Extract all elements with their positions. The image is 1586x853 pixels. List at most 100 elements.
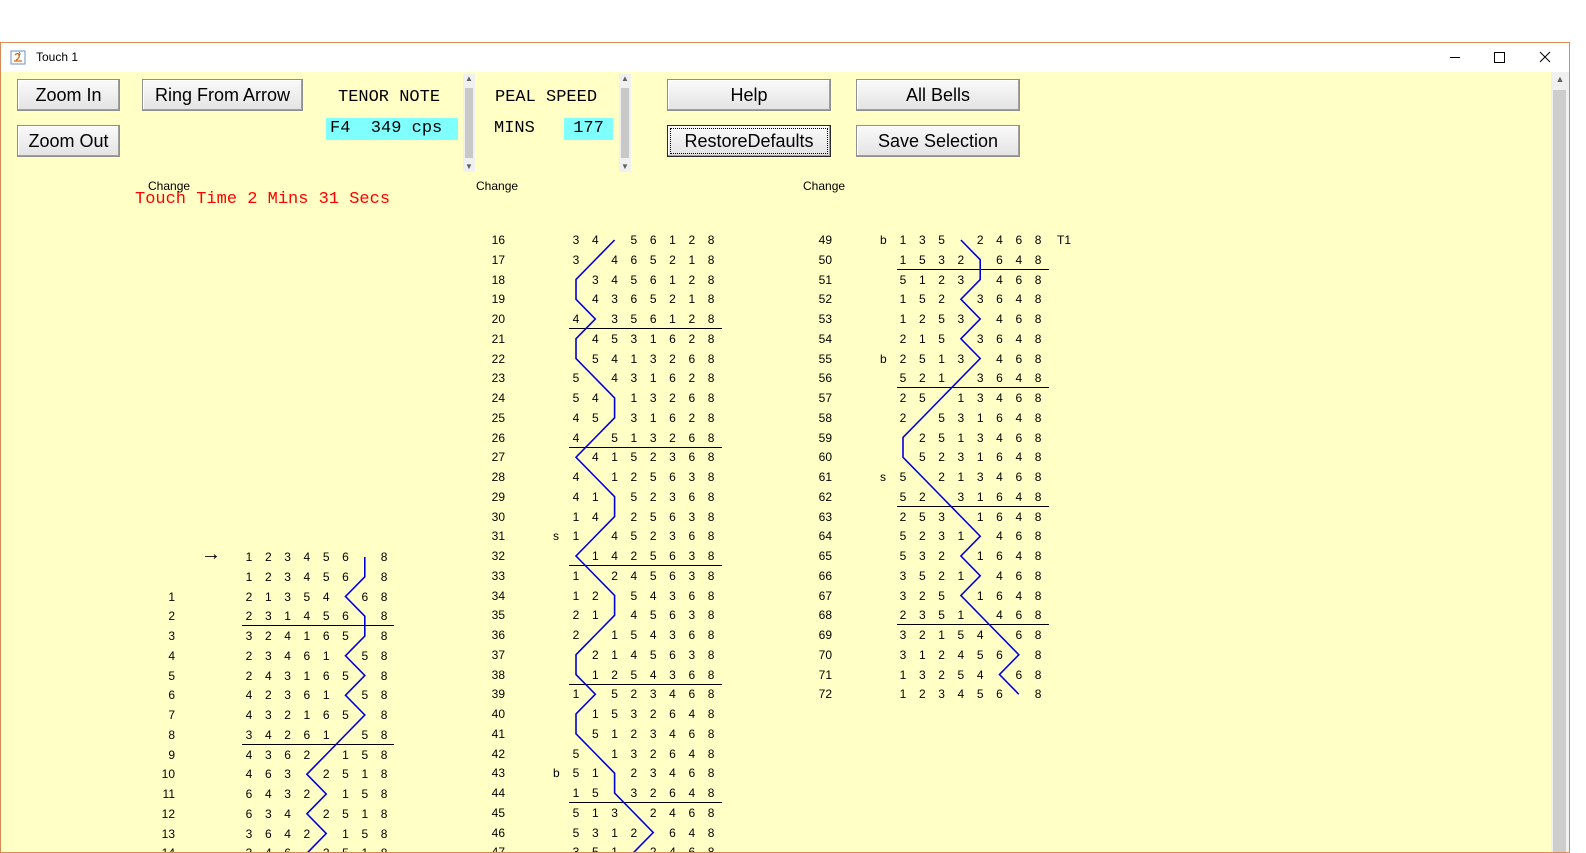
bell-number: 1 [591, 707, 599, 721]
scrollbar-thumb[interactable] [621, 88, 629, 158]
bell-number: 4 [1015, 371, 1023, 386]
bell-number: 6 [669, 647, 676, 662]
bell-number: 5 [899, 549, 907, 563]
call-marker: s [880, 470, 886, 484]
bell-number: 5 [342, 708, 349, 722]
maximize-icon[interactable] [1477, 43, 1523, 72]
bell-number: 4 [976, 628, 984, 642]
scroll-down-icon[interactable]: ▼ [463, 162, 475, 172]
title-bar[interactable]: Touch 1 [1, 43, 1569, 72]
bell-number: 4 [572, 489, 580, 504]
bell-number: 2 [976, 233, 984, 247]
bell-number: 4 [996, 233, 1003, 247]
bell-number: 5 [340, 846, 352, 852]
all-bells-button[interactable]: All Bells [856, 79, 1020, 111]
bell-number: 3 [630, 746, 638, 761]
change-number: 55 [818, 351, 832, 366]
scrollbar-thumb[interactable] [465, 88, 473, 158]
bell-number: 1 [361, 806, 369, 821]
bell-number: 8 [707, 410, 715, 425]
bell-number: 8 [707, 647, 715, 662]
change-number: 50 [818, 252, 832, 267]
bell-number: 8 [1034, 667, 1042, 682]
bell-number: 5 [591, 845, 599, 853]
bell-number: 1 [918, 272, 926, 287]
bell-number: 5 [322, 550, 330, 564]
mins-label: MINS [494, 119, 535, 138]
change-number: 38 [491, 667, 505, 682]
vertical-scrollbar[interactable]: ▲ [1551, 72, 1569, 852]
bell-number: 5 [918, 450, 926, 465]
help-button[interactable]: Help [667, 79, 831, 111]
bell-number: 3 [630, 410, 638, 425]
bell-number: 1 [591, 805, 599, 820]
bell-number: 3 [669, 489, 676, 504]
bell-number: 8 [380, 648, 388, 663]
bell-number: 8 [707, 588, 715, 603]
bell-number: 1 [899, 233, 907, 247]
change-number: 30 [491, 509, 505, 524]
bell-number: 6 [669, 470, 676, 484]
bell-number: 3 [264, 747, 272, 762]
bell-number: 4 [303, 609, 311, 624]
save-selection-button[interactable]: Save Selection [856, 125, 1020, 157]
peal-speed-scrollbar[interactable]: ▲ ▼ [619, 74, 631, 172]
bell-number: 6 [342, 609, 349, 624]
change-number: 8 [168, 727, 175, 742]
bell-number: 5 [361, 747, 369, 762]
call-marker: b [553, 766, 560, 781]
change-number: 27 [491, 450, 505, 465]
zoom-in-button[interactable]: Zoom In [17, 79, 120, 111]
bell-number: 1 [957, 608, 965, 623]
bell-number: 2 [630, 687, 638, 702]
bell-number: 8 [1034, 450, 1042, 465]
bell-number: 1 [361, 767, 369, 782]
bell-number: 2 [918, 371, 926, 386]
bell-number: 6 [669, 786, 676, 800]
restore-defaults-button[interactable]: RestoreDefaults [667, 125, 831, 157]
bell-number: 1 [572, 529, 580, 544]
bell-number: 2 [649, 489, 657, 504]
change-number: 11 [162, 787, 175, 801]
bell-number: 2 [669, 252, 676, 267]
change-number: 57 [818, 391, 832, 405]
bell-number: 2 [938, 549, 945, 563]
bell-number: 6 [996, 252, 1003, 267]
tenor-note-scrollbar[interactable]: ▲ ▼ [463, 74, 475, 172]
bell-number: 6 [669, 825, 676, 840]
bell-number: 8 [707, 430, 715, 445]
bell-number: 1 [611, 450, 618, 465]
close-icon[interactable] [1522, 43, 1568, 72]
bell-number: 5 [630, 667, 638, 682]
bell-number: 4 [591, 292, 599, 307]
scroll-down-icon[interactable]: ▼ [619, 162, 631, 172]
bell-number: 3 [688, 647, 696, 662]
minimize-icon[interactable] [1432, 43, 1478, 72]
scroll-up-icon[interactable]: ▲ [619, 74, 631, 84]
bell-number: 4 [264, 787, 272, 801]
change-number: 71 [818, 667, 832, 682]
scrollbar-thumb[interactable] [1553, 90, 1566, 852]
bell-number: 6 [264, 826, 272, 841]
bell-number: 4 [1015, 252, 1023, 267]
ring-from-arrow-button[interactable]: Ring From Arrow [142, 79, 303, 111]
bell-number: 3 [245, 727, 253, 742]
bell-number: 3 [957, 489, 965, 504]
bell-number: 6 [669, 410, 676, 425]
bell-number: 8 [707, 766, 715, 781]
peal-speed-value: 177 [564, 118, 613, 140]
bell-number: 2 [918, 430, 926, 445]
bell-number: 6 [688, 529, 696, 544]
scroll-up-icon[interactable]: ▲ [463, 74, 475, 84]
bell-number: 8 [707, 786, 715, 800]
scroll-up-icon[interactable]: ▲ [1551, 74, 1569, 84]
change-number: 1 [168, 589, 175, 604]
bell-number: 2 [899, 410, 907, 425]
bell-number: 1 [899, 292, 907, 307]
bell-number: 6 [688, 766, 696, 781]
bell-number: 5 [899, 489, 907, 504]
zoom-out-button[interactable]: Zoom Out [17, 125, 120, 157]
bell-number: 8 [1034, 331, 1042, 346]
bell-number: 8 [380, 767, 388, 782]
change-number: 60 [818, 450, 832, 465]
